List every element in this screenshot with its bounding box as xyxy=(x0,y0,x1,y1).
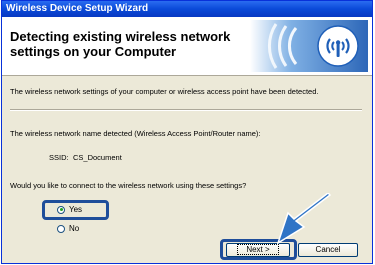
radio-no[interactable]: No xyxy=(57,224,79,233)
pointer-arrow-icon xyxy=(276,193,332,245)
radio-yes-indicator[interactable] xyxy=(57,205,65,214)
radio-yes[interactable]: Yes xyxy=(57,205,82,214)
ssid-label: SSID: xyxy=(49,153,69,162)
ssid-value: CS_Document xyxy=(73,153,122,162)
radio-no-indicator[interactable] xyxy=(57,224,65,233)
connect-question: Would you like to connect to the wireles… xyxy=(10,181,247,190)
window-title: Wireless Device Setup Wizard xyxy=(2,1,372,17)
page-title: Detecting existing wireless network sett… xyxy=(10,29,231,59)
wireless-signal-icon xyxy=(250,20,368,72)
radio-yes-label: Yes xyxy=(69,205,83,214)
detected-message: The wireless network settings of your co… xyxy=(10,87,319,96)
wizard-window: Wireless Device Setup Wizard Detecting e… xyxy=(1,0,373,264)
network-name-label: The wireless network name detected (Wire… xyxy=(10,129,261,138)
radio-no-label: No xyxy=(69,224,80,233)
wizard-header: Detecting existing wireless network sett… xyxy=(2,17,372,76)
divider xyxy=(10,109,362,111)
